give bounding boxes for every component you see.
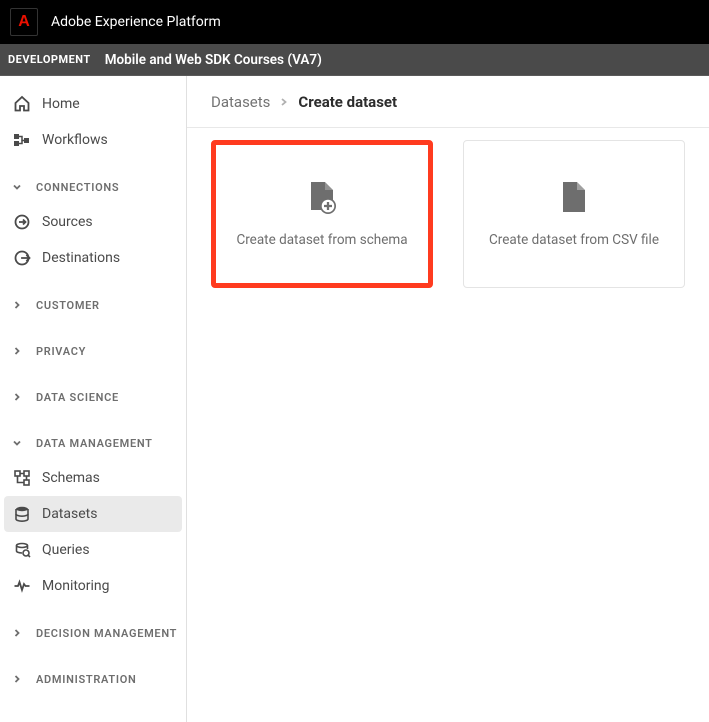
chevron-right-icon: [12, 628, 32, 638]
environment-bar: DEVELOPMENT Mobile and Web SDK Courses (…: [0, 44, 709, 76]
adobe-logo-a-icon: A: [18, 13, 30, 31]
card-create-from-schema[interactable]: Create dataset from schema: [211, 140, 433, 288]
sidebar-group-data-science[interactable]: DATA SCIENCE: [0, 380, 186, 414]
sidebar-item-monitoring[interactable]: Monitoring: [0, 568, 186, 604]
sidebar-item-sources[interactable]: Sources: [0, 204, 186, 240]
file-icon: [559, 180, 589, 216]
breadcrumb-parent[interactable]: Datasets: [211, 93, 270, 111]
sidebar-group-data-management[interactable]: DATA MANAGEMENT: [0, 426, 186, 460]
sidebar-item-label: Monitoring: [42, 578, 110, 594]
chevron-right-icon: [12, 300, 32, 310]
project-name[interactable]: Mobile and Web SDK Courses (VA7): [105, 52, 322, 68]
sidebar-item-label: Workflows: [42, 132, 108, 148]
chevron-right-icon: [12, 392, 32, 402]
group-label: DATA SCIENCE: [36, 391, 119, 404]
sidebar-item-label: Queries: [42, 542, 90, 558]
sidebar-group-connections[interactable]: CONNECTIONS: [0, 170, 186, 204]
top-bar: A Adobe Experience Platform: [0, 0, 709, 44]
sidebar: Home Workflows CONNECTIONS Sources: [0, 76, 187, 722]
workflows-icon: [12, 131, 32, 149]
sidebar-item-queries[interactable]: Queries: [0, 532, 186, 568]
sidebar-item-label: Sources: [42, 214, 93, 230]
sidebar-item-workflows[interactable]: Workflows: [0, 122, 186, 158]
destinations-icon: [12, 249, 32, 267]
group-label: CONNECTIONS: [36, 181, 119, 194]
sidebar-item-destinations[interactable]: Destinations: [0, 240, 186, 276]
adobe-logo[interactable]: A: [10, 8, 38, 36]
environment-label: DEVELOPMENT: [8, 53, 91, 66]
card-grid: Create dataset from schema Create datase…: [187, 128, 709, 300]
app-title: Adobe Experience Platform: [51, 14, 221, 30]
sidebar-group-privacy[interactable]: PRIVACY: [0, 334, 186, 368]
queries-icon: [12, 541, 32, 559]
sidebar-item-label: Schemas: [42, 470, 100, 486]
sources-icon: [12, 213, 32, 231]
sidebar-group-customer[interactable]: CUSTOMER: [0, 288, 186, 322]
group-label: ADMINISTRATION: [36, 673, 136, 686]
monitoring-icon: [12, 577, 32, 595]
card-create-from-csv[interactable]: Create dataset from CSV file: [463, 140, 685, 288]
sidebar-group-decision-management[interactable]: DECISION MANAGEMENT: [0, 616, 186, 650]
card-label: Create dataset from CSV file: [489, 232, 659, 248]
chevron-right-icon: [12, 346, 32, 356]
sidebar-item-datasets[interactable]: Datasets: [4, 496, 182, 532]
sidebar-item-label: Home: [42, 96, 80, 112]
main-content: Datasets Create dataset Create dataset: [187, 76, 709, 722]
chevron-down-icon: [12, 182, 32, 192]
sidebar-group-administration[interactable]: ADMINISTRATION: [0, 662, 186, 696]
chevron-right-icon: [12, 674, 32, 684]
group-label: DECISION MANAGEMENT: [36, 627, 177, 640]
sidebar-item-label: Datasets: [42, 506, 97, 522]
breadcrumb: Datasets Create dataset: [187, 76, 709, 128]
group-label: CUSTOMER: [36, 299, 100, 312]
chevron-right-icon: [280, 97, 288, 107]
sidebar-item-schemas[interactable]: Schemas: [0, 460, 186, 496]
group-label: DATA MANAGEMENT: [36, 437, 153, 450]
breadcrumb-current: Create dataset: [298, 93, 397, 111]
datasets-icon: [12, 505, 32, 523]
chevron-down-icon: [12, 438, 32, 448]
sidebar-item-home[interactable]: Home: [0, 86, 186, 122]
home-icon: [12, 95, 32, 113]
schemas-icon: [12, 469, 32, 487]
sidebar-item-label: Destinations: [42, 250, 120, 266]
file-add-icon: [305, 180, 339, 216]
group-label: PRIVACY: [36, 345, 86, 358]
card-label: Create dataset from schema: [236, 232, 407, 248]
